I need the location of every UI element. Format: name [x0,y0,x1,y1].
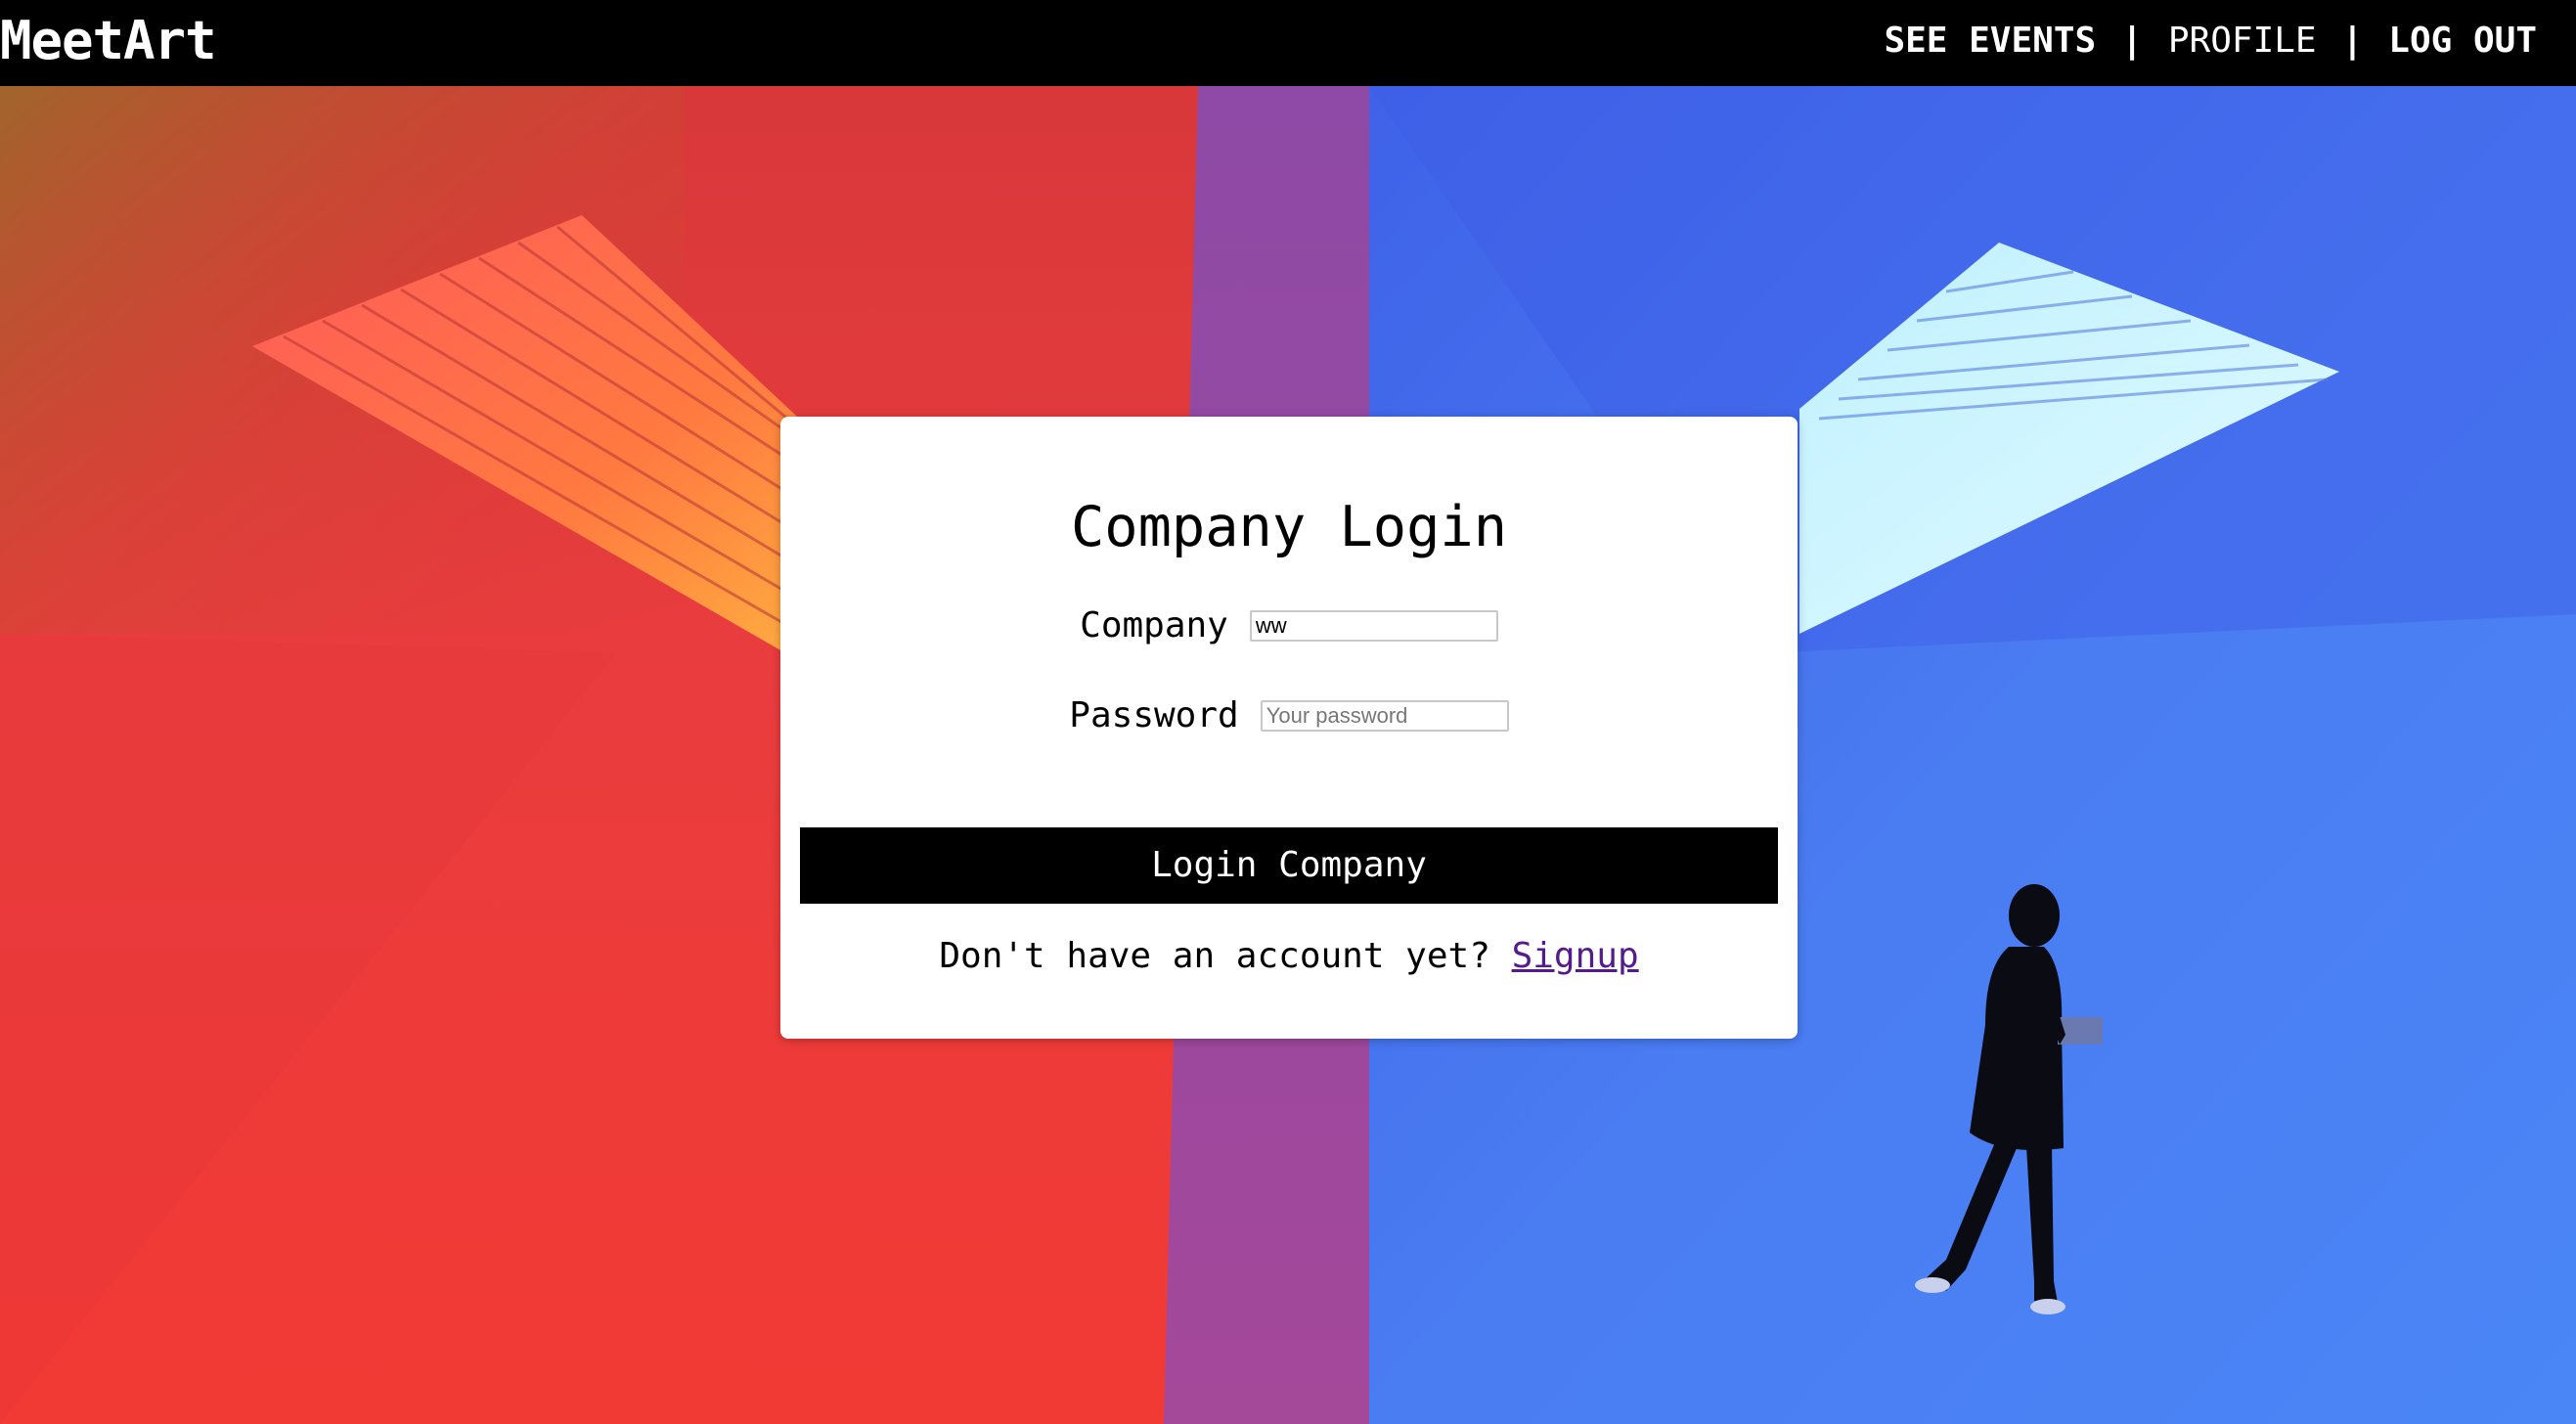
company-row: Company [780,606,1798,645]
password-row: Password [780,696,1798,735]
nav-separator: | [2341,21,2364,61]
signup-link[interactable]: Signup [1512,936,1639,976]
nav-separator: | [2121,21,2143,61]
nav-links: SEE EVENTS | PROFILE | LOG OUT [1884,20,2537,63]
login-company-button[interactable]: Login Company [800,827,1778,904]
password-input[interactable] [1260,700,1509,732]
company-label: Company [1080,605,1228,645]
brand-logo[interactable]: MeetArt [0,12,217,70]
company-input[interactable] [1249,610,1498,642]
signup-prompt-text: Don't have an account yet? [939,936,1490,976]
top-navbar: MeetArt SEE EVENTS | PROFILE | LOG OUT [0,0,2576,86]
signup-prompt: Don't have an account yet? Signup [780,935,1798,978]
login-card: Company Login Company Password Login Com… [780,417,1798,1039]
nav-link-log-out[interactable]: LOG OUT [2388,20,2537,63]
password-label: Password [1069,695,1239,735]
login-title: Company Login [1070,495,1508,559]
nav-link-see-events[interactable]: SEE EVENTS [1884,20,2096,63]
nav-link-profile[interactable]: PROFILE [2168,20,2317,63]
